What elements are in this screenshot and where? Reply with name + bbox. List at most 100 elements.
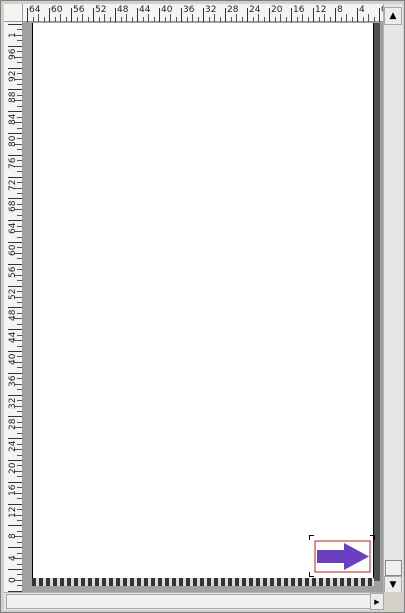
vertical-ruler[interactable]: 1 96 92 88 84 80 76 72 68 64 60 56 52 48 44 40 36 32 28 24 2… [4,22,23,605]
ruler-tick [8,416,22,418]
selected-arrow-shape[interactable] [309,535,375,577]
ruler-label: 68 [8,200,18,213]
ruler-label: 32 [8,397,18,409]
size-grip[interactable] [384,592,403,610]
ruler-label: 28 [227,5,239,15]
ruler-tick [170,14,171,22]
ruler-tick [17,149,22,151]
ruler-label: 16 [8,484,18,496]
ruler-tick [17,574,22,576]
right-arrow-icon [314,540,371,573]
ruler-tick [8,285,22,287]
ruler-label: 88 [8,91,18,104]
ruler-tick [17,410,22,412]
ruler-label: 84 [8,113,18,126]
ruler-label: 64 [29,5,41,15]
ruler-tick [8,242,22,243]
ruler-tick [8,438,22,440]
scroll-right-button[interactable]: ▶ [370,593,384,610]
ruler-label: 16 [293,5,305,15]
ruler-label: 12 [315,5,327,15]
ruler-tick [148,14,149,22]
ruler-tick [17,345,22,347]
ruler-label: 24 [249,5,261,15]
ruler-label: 52 [8,288,18,300]
ruler-tick [27,8,28,22]
ruler-tick [8,547,22,549]
ruler-label: 4 [359,5,365,15]
drawing-page[interactable] [32,23,374,578]
ruler-tick [8,111,22,113]
ruler-tick [291,8,292,22]
ruler-label: 60 [8,244,18,256]
ruler-tick [8,24,22,25]
horizontal-scroll-thumb[interactable] [6,594,371,609]
ruler-label: 36 [183,5,195,15]
ruler-tick [17,62,22,64]
ruler-label: 56 [8,266,18,278]
ruler-label: 12 [8,506,18,518]
ruler-tick [8,154,22,156]
ruler-label: 60 [51,5,63,15]
ruler-tick [302,14,303,22]
ruler-tick [17,476,22,478]
ruler-tick [17,519,22,521]
ruler-tick [38,14,39,22]
ruler-tick [17,530,22,532]
ruler-tick [17,454,22,456]
ruler-tick [17,40,22,42]
ruler-tick [17,432,22,434]
scroll-up-button[interactable]: ▲ [384,7,402,25]
ruler-label: 24 [8,440,18,453]
ruler-tick [8,569,22,570]
arrow-down-icon: ▼ [389,580,397,590]
ruler-tick [17,171,22,173]
ruler-tick [17,214,22,216]
ruler-tick [8,460,22,461]
ruler-label: 76 [8,157,18,169]
ruler-label: 20 [271,5,283,15]
ruler-tick [8,67,22,69]
ruler-tick [247,8,248,22]
ruler-tick [17,498,22,500]
ruler-tick [93,8,94,22]
arrow-up-icon: ▲ [389,11,397,21]
ruler-tick [203,8,204,22]
ruler-label: 72 [8,179,18,191]
ruler-label: 64 [8,222,18,235]
ruler-tick [8,394,22,396]
ruler-tick [17,105,22,107]
horizontal-ruler[interactable]: 6460565248444036322824201612840 [23,4,387,22]
ruler-tick [17,192,22,194]
vertical-scrollbar[interactable]: ▲ ▼ [383,4,403,594]
ruler-label: 8 [8,533,18,540]
ruler-tick [17,585,22,587]
ruler-tick [8,263,22,265]
ruler-tick [225,8,226,22]
ruler-tick [115,8,116,22]
drawing-window: 6460565248444036322824201612840 19692888… [0,0,405,613]
ruler-tick [8,176,22,178]
ruler-label: 92 [8,70,18,82]
ruler-tick [258,14,259,22]
ruler-label: 36 [8,375,18,387]
page-shadow [374,23,380,581]
ruler-label: 32 [205,5,217,15]
ruler-tick [8,133,22,134]
ruler-tick [17,389,22,391]
horizontal-scrollbar[interactable]: ▶ [4,592,384,610]
ruler-label: 48 [8,309,18,322]
ruler-corner [4,4,23,22]
ruler-tick [17,301,22,303]
ruler-tick [324,14,325,22]
ruler-label: 0 [8,577,18,583]
vertical-scroll-thumb[interactable] [385,560,402,576]
ruler-tick [368,14,369,22]
ruler-tick [181,8,182,22]
ruler-tick [8,351,22,352]
ruler-tick [17,563,22,565]
ruler-tick [104,14,105,22]
page-bottom-edge [32,578,374,586]
ruler-label: 56 [73,5,85,15]
ruler-tick [280,14,281,22]
